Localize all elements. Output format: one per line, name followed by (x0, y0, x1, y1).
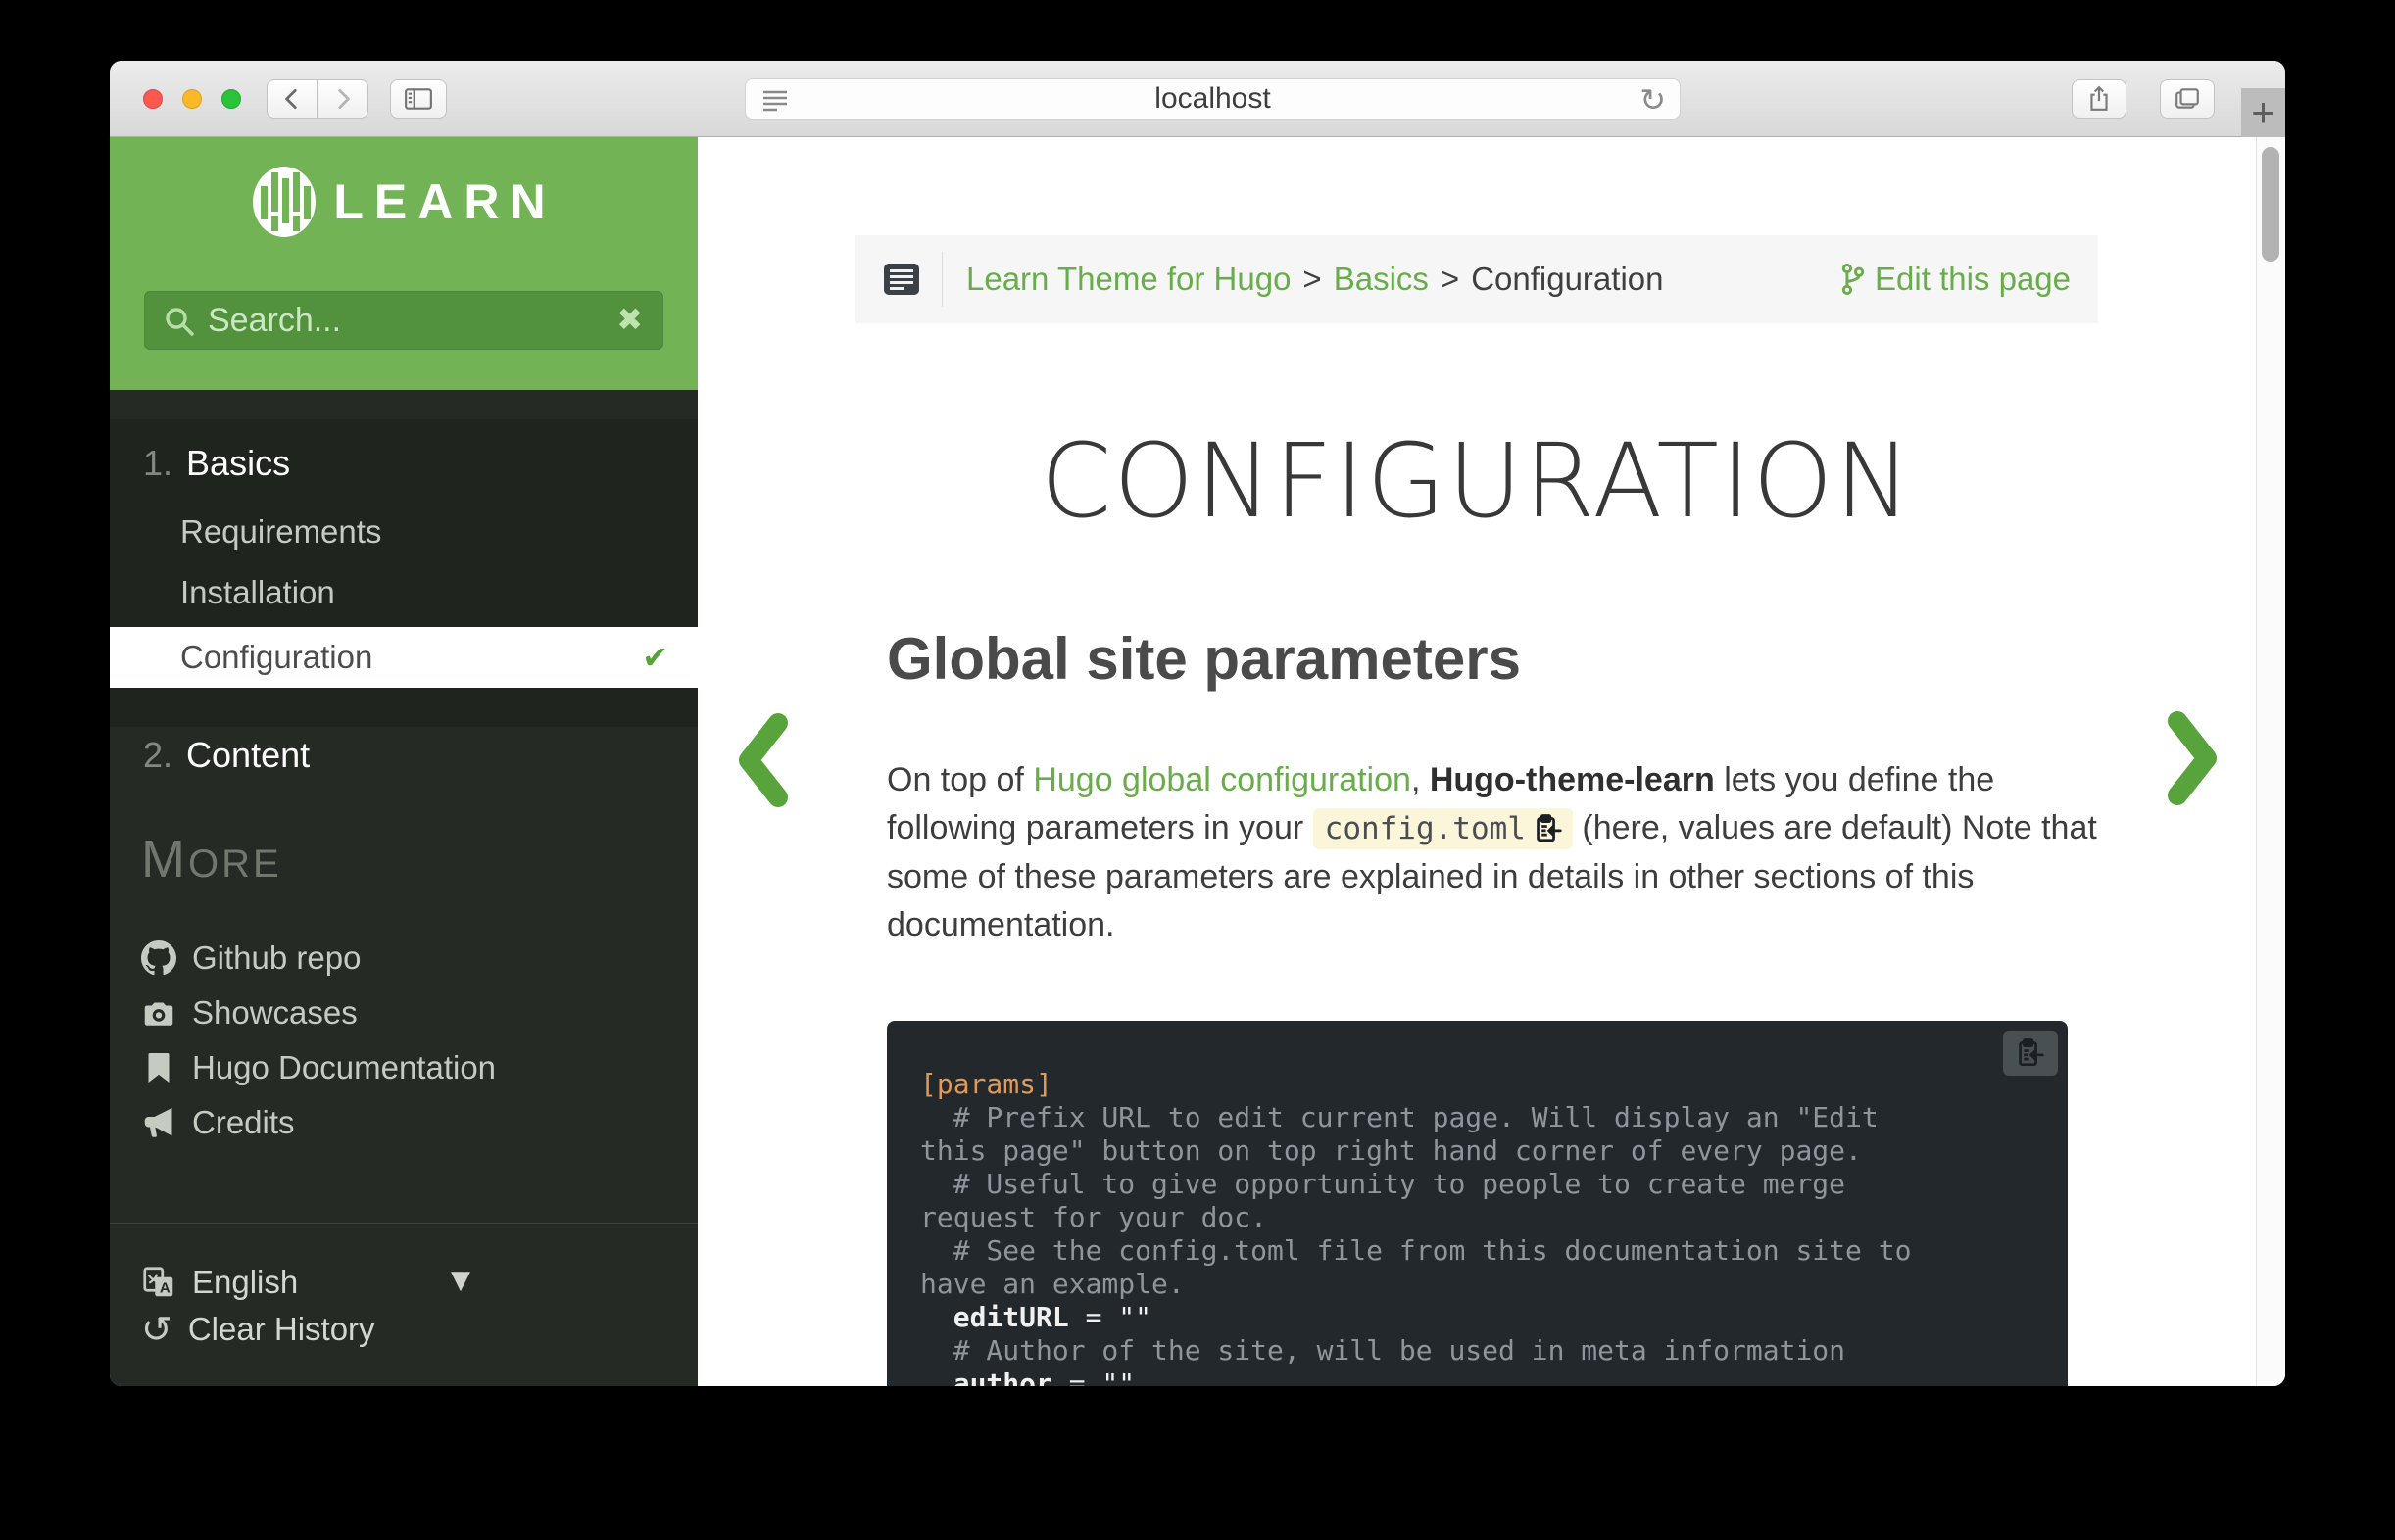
language-icon: A (141, 1265, 176, 1300)
code-line: author = "" (920, 1368, 2034, 1386)
check-icon: ✔ (642, 639, 668, 676)
section-number: 1. (143, 443, 172, 483)
copy-icon (2016, 1037, 2045, 1069)
forward-icon (330, 86, 356, 112)
section-heading: Global site parameters (887, 625, 1521, 693)
plus-icon: + (2251, 89, 2275, 136)
code-line: # Author of the site, will be used in me… (920, 1334, 2034, 1368)
sidebar-link-hugo-documentation[interactable]: Hugo Documentation (141, 1040, 670, 1095)
sidebar-footer: A English ↺ Clear History (110, 1223, 698, 1383)
code-line: [params] (920, 1068, 2034, 1101)
minimize-window-button[interactable] (182, 89, 202, 109)
intro-paragraph: On top of Hugo global configuration, Hug… (887, 756, 2102, 949)
code-block: [params] # Prefix URL to edit current pa… (887, 1021, 2068, 1386)
sidebar-link-showcases[interactable]: Showcases (141, 986, 670, 1040)
search-input[interactable] (208, 292, 600, 349)
theme-name: Hugo-theme-learn (1430, 761, 1715, 798)
menu-icon[interactable] (883, 263, 922, 296)
breadcrumb-divider (942, 252, 943, 307)
close-window-button[interactable] (143, 89, 163, 109)
camera-icon (141, 995, 176, 1031)
clear-history-button[interactable]: ↺ Clear History (141, 1306, 375, 1353)
previous-page-chevron-icon[interactable] (733, 713, 796, 807)
breadcrumb-current-page: Configuration (1471, 261, 1663, 298)
learn-logo-icon (251, 165, 318, 239)
reader-icon[interactable] (761, 87, 789, 113)
scrollbar-track (2256, 137, 2285, 1386)
forward-button[interactable] (318, 79, 368, 119)
site-logo[interactable]: LEARN (110, 165, 698, 239)
more-heading: More (141, 829, 282, 890)
search-box: ✖ (144, 291, 663, 350)
next-page-chevron-icon[interactable] (2160, 711, 2223, 805)
back-button[interactable] (267, 79, 318, 119)
copy-icon[interactable] (1534, 813, 1563, 844)
code-line: # Prefix URL to edit current page. Will … (920, 1101, 2034, 1134)
new-tab-button[interactable]: + (2241, 88, 2285, 137)
address-bar[interactable]: localhost ↻ (745, 78, 1681, 120)
edit-this-page-link[interactable]: Edit this page (1839, 261, 2071, 298)
share-icon (2086, 85, 2112, 113)
code-line: # Useful to give opportunity to people t… (920, 1168, 2034, 1201)
code-line: request for your doc. (920, 1201, 2034, 1234)
github-icon (141, 940, 176, 976)
sidebar-link-github[interactable]: Github repo (141, 931, 670, 986)
tabs-icon (2174, 86, 2201, 112)
sidebar: LEARN ✖ 1.Basics Requirements Installati… (110, 137, 698, 1386)
search-icon (163, 305, 196, 338)
share-button[interactable] (2072, 79, 2126, 119)
logo-text: LEARN (333, 173, 556, 230)
megaphone-icon (141, 1105, 176, 1140)
browser-window: localhost ↻ + (110, 61, 2285, 1386)
chevron-down-icon[interactable]: ▼ (451, 1266, 470, 1295)
bookmark-icon (141, 1050, 176, 1085)
section-number: 2. (143, 735, 172, 775)
copy-code-button[interactable] (2003, 1031, 2058, 1076)
sidebar-toggle-button[interactable] (390, 79, 447, 119)
tab-overview-button[interactable] (2160, 79, 2215, 119)
language-selector[interactable]: A English (141, 1259, 298, 1306)
sidebar-link-credits[interactable]: Credits (141, 1095, 670, 1150)
reload-icon[interactable]: ↻ (1639, 81, 1666, 119)
svg-text:A: A (160, 1280, 171, 1297)
sidebar-section-basics: 1.Basics Requirements Installation Confi… (110, 419, 698, 727)
hugo-global-configuration-link[interactable]: Hugo global configuration (1033, 761, 1411, 798)
code-line: this page" button on top right hand corn… (920, 1134, 2034, 1168)
git-branch-icon (1839, 263, 1867, 296)
sidebar-item-requirements[interactable]: Requirements (180, 513, 381, 551)
back-icon (279, 86, 305, 112)
zoom-window-button[interactable] (221, 89, 241, 109)
breadcrumb: Learn Theme for Hugo > Basics > Configur… (855, 235, 2098, 323)
section-title-basics[interactable]: 1.Basics (143, 443, 290, 484)
breadcrumb-section-link[interactable]: Basics (1334, 261, 1429, 298)
sidebar-item-installation[interactable]: Installation (180, 574, 335, 611)
code-line: editURL = "" (920, 1301, 2034, 1334)
page-content: Learn Theme for Hugo > Basics > Configur… (698, 137, 2256, 1386)
sidebar-header: LEARN ✖ (110, 137, 698, 390)
history-icon: ↺ (141, 1311, 172, 1348)
url-text: localhost (1154, 82, 1270, 116)
config-toml-chip: config.toml (1313, 808, 1573, 849)
breadcrumb-site-link[interactable]: Learn Theme for Hugo (966, 261, 1291, 298)
sidebar-item-configuration[interactable]: Configuration ✔ (110, 627, 698, 688)
scrollbar-thumb[interactable] (2262, 147, 2279, 262)
clear-search-icon[interactable]: ✖ (616, 301, 643, 338)
code-line: # See the config.toml file from this doc… (920, 1234, 2034, 1268)
sidebar-toggle-icon (404, 86, 433, 112)
browser-toolbar: localhost ↻ + (110, 61, 2285, 137)
page-title: CONFIGURATION (855, 421, 2098, 541)
code-line: have an example. (920, 1268, 2034, 1301)
section-title-content[interactable]: 2.Content (143, 735, 310, 776)
history-nav-group (267, 79, 368, 119)
